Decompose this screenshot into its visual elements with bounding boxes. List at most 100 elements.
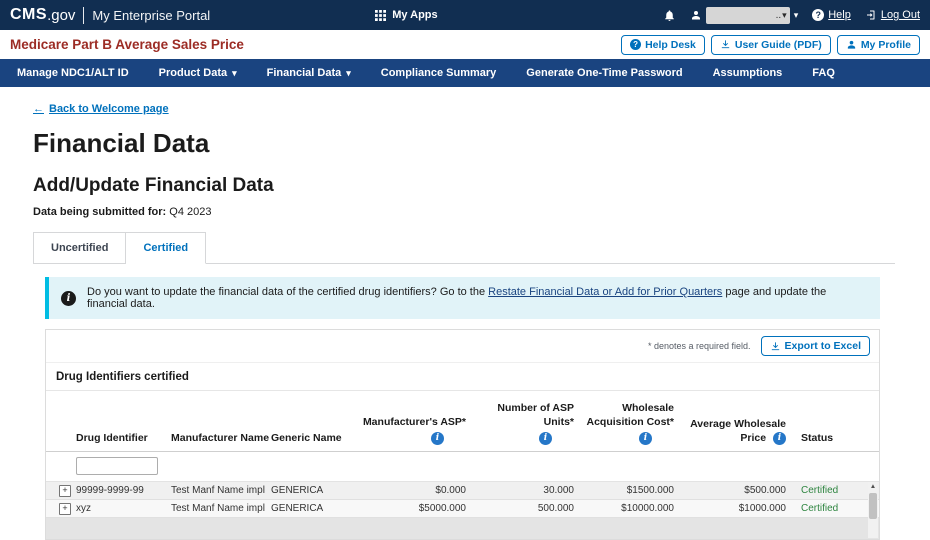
info-icon[interactable]: i (539, 432, 552, 445)
help-icon: ? (812, 9, 824, 21)
table-title: Drug Identifiers certified (46, 362, 879, 390)
info-icon[interactable]: i (639, 432, 652, 445)
user-name-redacted: .. ▾ (706, 7, 790, 24)
column-header-drug-identifier: Drug Identifier (76, 395, 171, 445)
nav-item-financial-data[interactable]: Financial Data ▾ (252, 59, 366, 87)
header-label: Wholesale Acquisition Cost* (577, 401, 674, 429)
download-icon (720, 39, 731, 50)
caret-down-icon: ▾ (232, 69, 237, 78)
cms-logo[interactable]: CMS.gov (10, 6, 75, 24)
cell-number-of-asp-units: 30.000 (543, 485, 577, 496)
column-header-average-wholesale-price: Average Wholesale Price i (677, 395, 789, 445)
export-to-excel-button[interactable]: Export to Excel (761, 336, 870, 356)
header-label: Drug Identifier (76, 431, 148, 445)
banner-text-before: Do you want to update the financial data… (87, 286, 488, 298)
info-icon: i (61, 291, 76, 306)
portal-name: My Enterprise Portal (92, 8, 210, 23)
cell-wholesale-acquisition-cost: $10000.000 (621, 503, 677, 514)
header-label: Number of ASP Units* (469, 401, 574, 429)
help-desk-button[interactable]: ? Help Desk (621, 35, 705, 55)
expand-row-button[interactable]: + (59, 503, 71, 515)
nav-item-label: Generate One-Time Password (526, 67, 682, 79)
nav-item-product-data[interactable]: Product Data ▾ (144, 59, 252, 87)
notifications-bell-icon[interactable] (663, 9, 676, 22)
header-label: Status (801, 431, 833, 445)
cell-manufacturer-name: Test Manf Name impl (171, 485, 271, 496)
nav-item-label: Financial Data (267, 67, 342, 79)
cell-manufacturers-asp: $5000.000 (419, 503, 469, 514)
table-empty-area (46, 518, 879, 539)
back-to-welcome-link[interactable]: ← Back to Welcome page (33, 103, 169, 115)
table-header-row: Drug Identifier Manufacturer Name Generi… (46, 390, 879, 452)
help-label: Help (828, 9, 851, 21)
submission-period-value: Q4 2023 (169, 206, 211, 218)
user-menu[interactable]: .. ▾ ▾ (690, 7, 799, 24)
main-nav: Manage NDC1/ALT ID Product Data ▾ Financ… (0, 59, 930, 87)
expand-column-header (46, 395, 76, 445)
submission-period: Data being submitted for: Q4 2023 (33, 206, 880, 218)
cell-average-wholesale-price: $1000.000 (739, 503, 789, 514)
nav-item-compliance-summary[interactable]: Compliance Summary (366, 59, 512, 87)
cell-wholesale-acquisition-cost: $1500.000 (627, 485, 677, 496)
back-arrow-icon: ← (33, 103, 44, 115)
drug-identifier-filter-input[interactable] (76, 457, 158, 475)
caret-down-icon: ▾ (346, 69, 351, 78)
nav-item-label: Assumptions (713, 67, 783, 79)
restate-financial-data-link[interactable]: Restate Financial Data or Add for Prior … (488, 286, 722, 298)
status-badge: Certified (789, 485, 879, 496)
help-link[interactable]: ? Help (812, 9, 851, 21)
my-apps-button[interactable]: My Apps (375, 9, 437, 21)
column-header-manufacturer-name: Manufacturer Name (171, 395, 271, 445)
back-link-label: Back to Welcome page (49, 103, 169, 115)
my-profile-button[interactable]: My Profile (837, 35, 920, 55)
nav-item-manage-ndc1-alt-id[interactable]: Manage NDC1/ALT ID (2, 59, 144, 87)
export-label: Export to Excel (785, 340, 861, 352)
table-row: + xyz Test Manf Name impl GENERICA $5000… (46, 500, 879, 518)
app-title: Medicare Part B Average Sales Price (10, 37, 244, 52)
nav-item-label: FAQ (812, 67, 835, 79)
logout-link[interactable]: Log Out (865, 9, 920, 21)
submission-period-label: Data being submitted for: (33, 206, 166, 218)
my-profile-label: My Profile (861, 39, 911, 51)
nav-item-faq[interactable]: FAQ (797, 59, 850, 87)
nav-item-assumptions[interactable]: Assumptions (698, 59, 798, 87)
header-label: Generic Name (271, 431, 342, 445)
expand-cell: + (46, 503, 76, 515)
logout-label: Log Out (881, 9, 920, 21)
info-banner-text: Do you want to update the financial data… (87, 286, 868, 310)
panel-toolbar: * denotes a required field. Export to Ex… (46, 330, 879, 362)
cms-logo-gov: .gov (47, 7, 75, 24)
expand-cell: + (46, 485, 76, 497)
logout-icon (865, 9, 877, 21)
table-filter-row (46, 452, 879, 482)
column-header-wholesale-acquisition-cost: Wholesale Acquisition Cost* i (577, 395, 677, 445)
logo-divider (83, 7, 84, 24)
header-label: Manufacturer Name (171, 431, 269, 445)
app-title-bar: Medicare Part B Average Sales Price ? He… (0, 30, 930, 59)
scrollbar-thumb[interactable] (869, 493, 877, 519)
caret-down-icon: ▾ (782, 11, 787, 20)
info-banner: i Do you want to update the financial da… (45, 277, 880, 319)
help-icon: ? (630, 39, 641, 50)
info-icon[interactable]: i (431, 432, 444, 445)
table-scrollbar: ▲ (868, 482, 878, 538)
nav-item-generate-one-time-password[interactable]: Generate One-Time Password (511, 59, 697, 87)
nav-item-label: Manage NDC1/ALT ID (17, 67, 129, 79)
tab-uncertified[interactable]: Uncertified (33, 232, 126, 264)
user-guide-label: User Guide (PDF) (735, 39, 822, 51)
tab-bar: Uncertified Certified (33, 232, 895, 264)
header-label: Manufacturer's ASP* (363, 415, 466, 429)
info-icon[interactable]: i (773, 432, 786, 445)
column-header-generic-name: Generic Name (271, 395, 357, 445)
my-apps-label: My Apps (392, 9, 437, 21)
cell-generic-name: GENERICA (271, 503, 357, 514)
scroll-up-arrow-icon[interactable]: ▲ (870, 482, 876, 493)
caret-down-icon: ▾ (794, 11, 799, 20)
tab-certified[interactable]: Certified (126, 232, 206, 264)
cms-logo-text: CMS (10, 6, 47, 24)
cell-drug-identifier: xyz (76, 503, 171, 514)
grid-icon (375, 10, 386, 21)
expand-row-button[interactable]: + (59, 485, 71, 497)
user-guide-button[interactable]: User Guide (PDF) (711, 35, 831, 55)
table-body: + 99999-9999-99 Test Manf Name impl GENE… (46, 482, 879, 539)
